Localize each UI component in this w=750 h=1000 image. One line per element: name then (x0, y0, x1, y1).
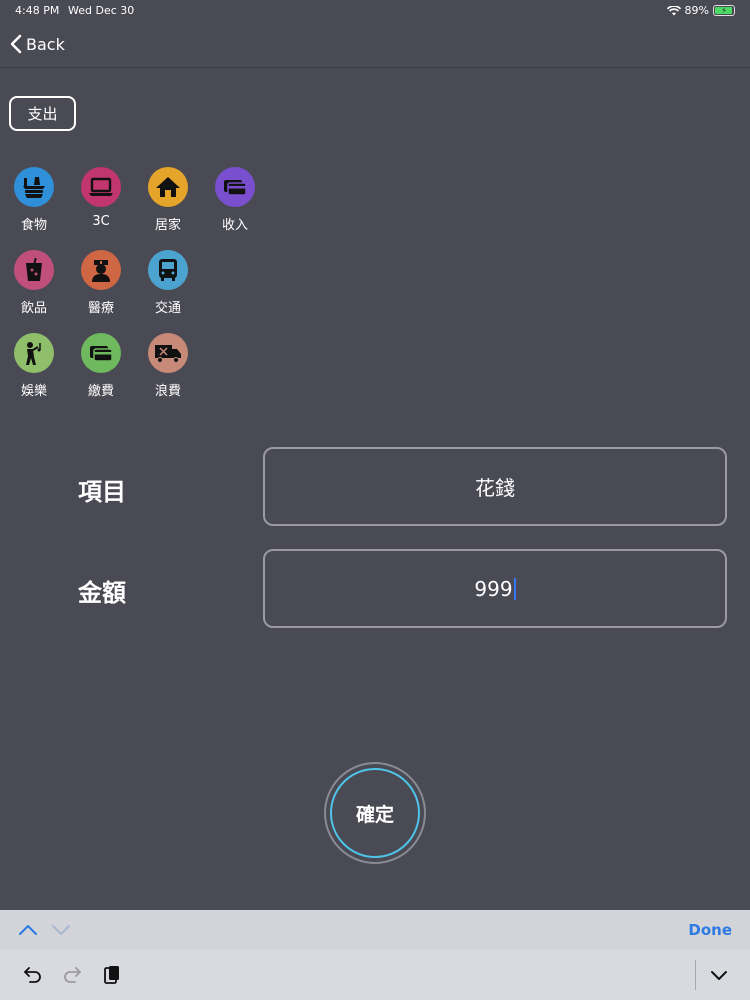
category-label: 3C (92, 214, 110, 229)
category-entertainment[interactable]: 娛樂 (4, 333, 64, 403)
confirm-label: 確定 (330, 768, 420, 858)
battery-percent: 89% (684, 4, 709, 17)
category-label: 居家 (154, 218, 181, 233)
amount-label: 金額 (78, 579, 126, 607)
category-medical[interactable]: 醫療 (71, 250, 131, 320)
status-time: 4:48 PM (15, 4, 60, 17)
category-bills[interactable]: 繳費 (71, 333, 131, 403)
status-date: Wed Dec 30 (68, 4, 135, 17)
amount-field[interactable]: 999 (263, 549, 727, 628)
battery-icon: ⚡ (713, 5, 735, 16)
category-label: 食物 (20, 218, 47, 233)
category-food[interactable]: 食物 (4, 167, 64, 237)
status-indicators: 89% ⚡ (666, 4, 735, 17)
toolbar-divider (695, 960, 696, 990)
category-3c[interactable]: 3C (71, 167, 131, 237)
bus-icon (148, 250, 188, 290)
category-label: 醫療 (87, 301, 114, 316)
nurse-icon (81, 250, 121, 290)
back-button[interactable]: Back (10, 34, 65, 54)
music-person-icon (14, 333, 54, 373)
done-button[interactable]: Done (688, 921, 732, 939)
home-icon (148, 167, 188, 207)
status-bar: 4:48 PM Wed Dec 30 89% ⚡ (0, 0, 750, 22)
previous-field-icon[interactable] (18, 920, 38, 940)
text-caret (513, 577, 516, 600)
back-label: Back (26, 34, 65, 54)
item-label: 項目 (78, 478, 126, 506)
category-label: 收入 (221, 218, 248, 233)
paste-icon[interactable] (101, 964, 123, 986)
next-field-icon[interactable] (51, 920, 71, 940)
category-label: 交通 (154, 301, 181, 316)
nav-bar: Back (0, 22, 750, 68)
category-label: 飲品 (20, 301, 47, 316)
drink-icon (14, 250, 54, 290)
truck-icon (148, 333, 188, 373)
item-field[interactable]: 花錢 (263, 447, 727, 526)
laptop-icon (81, 167, 121, 207)
category-label: 娛樂 (20, 384, 47, 399)
category-income[interactable]: 收入 (205, 167, 265, 237)
redo-icon[interactable] (61, 964, 83, 986)
undo-icon[interactable] (22, 964, 44, 986)
amount-value: 999 (474, 576, 513, 601)
category-transport[interactable]: 交通 (138, 250, 198, 320)
wallet-icon (215, 167, 255, 207)
dismiss-keyboard-icon[interactable] (709, 964, 729, 986)
wifi-icon (666, 5, 681, 15)
food-icon (14, 167, 54, 207)
category-label: 繳費 (87, 384, 114, 399)
category-home[interactable]: 居家 (138, 167, 198, 237)
confirm-button[interactable]: 確定 (324, 762, 426, 864)
chevron-left-icon (10, 34, 22, 54)
category-label: 浪費 (154, 384, 181, 399)
category-drink[interactable]: 飲品 (4, 250, 64, 320)
expense-type-button[interactable]: 支出 (9, 96, 76, 131)
keyboard-shortcut-bar (0, 950, 750, 1000)
card-icon (81, 333, 121, 373)
item-value: 花錢 (475, 476, 515, 500)
keyboard-accessory-bar: Done (0, 910, 750, 950)
category-waste[interactable]: 浪費 (138, 333, 198, 403)
